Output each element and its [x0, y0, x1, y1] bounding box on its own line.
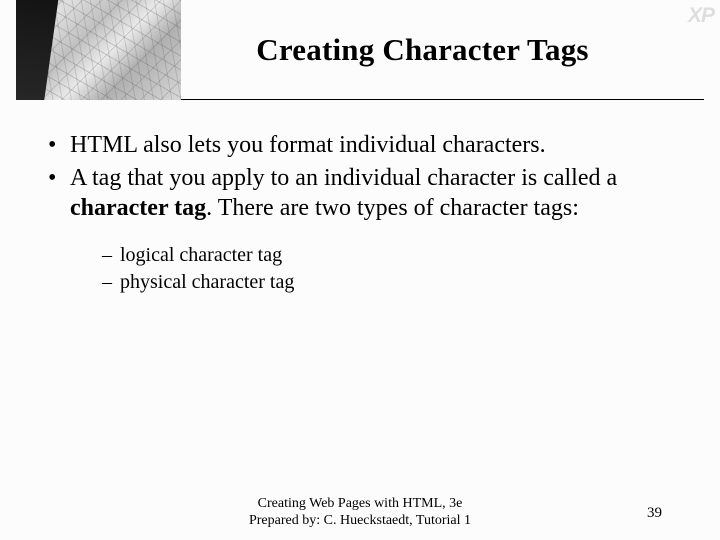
- bullet-text: HTML also lets you format individual cha…: [70, 132, 546, 158]
- bullet-item: A tag that you apply to an individual ch…: [48, 163, 672, 296]
- bullet-item: HTML also lets you format individual cha…: [48, 130, 672, 161]
- slide-footer: Creating Web Pages with HTML, 3e Prepare…: [0, 496, 720, 530]
- sub-bullet-text: physical character tag: [120, 271, 294, 293]
- slide-title: Creating Character Tags: [181, 32, 664, 68]
- slide-content: HTML also lets you format individual cha…: [0, 100, 720, 296]
- sub-bullet-list: logical character tag physical character…: [102, 242, 672, 296]
- main-bullet-list: HTML also lets you format individual cha…: [48, 130, 672, 296]
- page-number: 39: [647, 505, 662, 522]
- sub-bullet-item: physical character tag: [102, 269, 672, 296]
- footer-line-2: Prepared by: C. Hueckstaedt, Tutorial 1: [0, 513, 720, 530]
- decorative-image: [16, 0, 181, 100]
- bullet-text-pre: A tag that you apply to an individual ch…: [70, 165, 617, 191]
- bullet-text-post: . There are two types of character tags:: [206, 195, 579, 221]
- sub-bullet-text: logical character tag: [120, 244, 282, 266]
- footer-line-1: Creating Web Pages with HTML, 3e: [0, 496, 720, 513]
- title-container: Creating Character Tags: [181, 32, 704, 68]
- bold-term: character tag: [70, 195, 206, 221]
- sub-bullet-item: logical character tag: [102, 242, 672, 269]
- slide-header: Creating Character Tags: [16, 0, 704, 100]
- xp-badge: XP: [688, 4, 714, 28]
